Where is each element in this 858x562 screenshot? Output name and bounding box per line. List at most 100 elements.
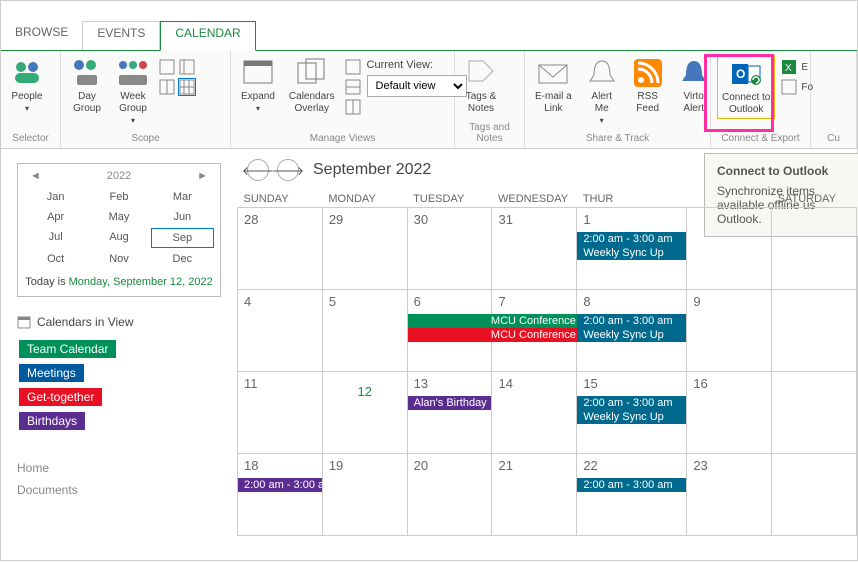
month-aug[interactable]: Aug bbox=[87, 228, 150, 248]
nav-documents[interactable]: Documents bbox=[17, 483, 221, 497]
calendar-tag[interactable]: Meetings bbox=[19, 364, 84, 382]
view-mini-icons bbox=[159, 55, 195, 95]
month-apr[interactable]: Apr bbox=[24, 208, 87, 226]
people-button[interactable]: People▾ bbox=[7, 55, 47, 117]
calendar-cell[interactable]: 14 bbox=[492, 372, 577, 454]
month-jan[interactable]: Jan bbox=[24, 188, 87, 206]
email-link-button[interactable]: E-mail a Link bbox=[531, 55, 576, 117]
month-mar[interactable]: Mar bbox=[151, 188, 214, 206]
calendar-tag[interactable]: Team Calendar bbox=[19, 340, 116, 358]
month-feb[interactable]: Feb bbox=[87, 188, 150, 206]
calendar-cell[interactable]: 13Alan's Birthday bbox=[407, 372, 492, 454]
calendar-cell[interactable]: 6MCU ConferenceMCU Conference bbox=[407, 290, 492, 372]
calendar-event[interactable]: 2:00 am - 3:00 am bbox=[238, 478, 322, 492]
week-view-icon[interactable] bbox=[159, 79, 175, 95]
calendar-event[interactable]: 2:00 am - 3:00 am bbox=[577, 232, 686, 246]
calendar-cell[interactable]: 9 bbox=[687, 290, 772, 372]
day-number: 14 bbox=[492, 372, 576, 395]
calendar-event[interactable]: 2:00 am - 3:00 am bbox=[577, 396, 686, 410]
nav-home[interactable]: Home bbox=[17, 461, 221, 475]
calendar-event[interactable]: 2:00 am - 3:00 am bbox=[577, 478, 686, 492]
mini-calendar: ◄ 2022 ► JanFebMar AprMayJun JulAugSep OctN… bbox=[17, 163, 221, 297]
today-link[interactable]: Monday, September 12, 2022 bbox=[69, 276, 213, 288]
day-view-icon[interactable] bbox=[159, 59, 175, 75]
current-view-select[interactable]: Default view bbox=[367, 75, 467, 97]
month-may[interactable]: May bbox=[87, 208, 150, 226]
tab-browse[interactable]: BROWSE bbox=[1, 21, 82, 50]
month-jul[interactable]: Jul bbox=[24, 228, 87, 248]
prev-year-icon[interactable]: ◄ bbox=[30, 170, 41, 182]
minical-year: 2022 bbox=[41, 170, 197, 182]
export-excel-label[interactable]: E bbox=[801, 62, 808, 73]
calendar-cell[interactable]: 222:00 am - 3:00 am bbox=[577, 454, 687, 536]
calendar-event[interactable]: Weekly Sync Up bbox=[577, 246, 686, 260]
alert-me-button[interactable]: Alert Me▾ bbox=[582, 55, 622, 129]
calendar-cell[interactable] bbox=[772, 208, 857, 290]
open-form-label[interactable]: Fo bbox=[801, 82, 813, 93]
calendar-cell[interactable]: 12:00 am - 3:00 amWeekly Sync Up bbox=[577, 208, 687, 290]
day-number bbox=[772, 454, 856, 462]
day-group-button[interactable]: Day Group bbox=[67, 55, 107, 117]
tab-events[interactable]: EVENTS bbox=[82, 21, 160, 50]
calendar-cell[interactable]: 5 bbox=[322, 290, 407, 372]
calendar-cell[interactable]: 182:00 am - 3:00 am bbox=[238, 454, 323, 536]
calendar-cell[interactable]: 12 bbox=[322, 372, 407, 454]
create-view-icon[interactable] bbox=[345, 59, 361, 75]
calendar-cell[interactable]: 28 bbox=[238, 208, 323, 290]
calendar-event[interactable]: Alan's Birthday bbox=[408, 396, 492, 410]
calendar-cell[interactable]: 21 bbox=[492, 454, 577, 536]
calendar-event[interactable]: Weekly Sync Up bbox=[577, 328, 686, 342]
day-number bbox=[772, 372, 856, 380]
rss-button[interactable]: RSS Feed bbox=[628, 55, 668, 117]
create-column-icon[interactable] bbox=[345, 99, 361, 115]
overlay-button[interactable]: Calendars Overlay bbox=[285, 55, 339, 117]
calendar-cell[interactable]: 7 bbox=[492, 290, 577, 372]
calendar-cell[interactable]: 82:00 am - 3:00 amWeekly Sync Up bbox=[577, 290, 687, 372]
expand-icon bbox=[242, 57, 274, 89]
next-month-button[interactable]: 🡒 bbox=[277, 159, 299, 181]
month-nov[interactable]: Nov bbox=[87, 250, 150, 268]
calendar-cell[interactable]: 23 bbox=[687, 454, 772, 536]
calendar-cell[interactable]: 30 bbox=[407, 208, 492, 290]
form-icon[interactable] bbox=[781, 79, 797, 95]
excel-icon[interactable]: X bbox=[781, 59, 797, 75]
month-jun[interactable]: Jun bbox=[151, 208, 214, 226]
prev-month-button[interactable]: 🡐 bbox=[247, 159, 269, 181]
calendar-cell[interactable]: 19 bbox=[322, 454, 407, 536]
work-week-icon[interactable] bbox=[179, 59, 195, 75]
expand-button[interactable]: Expand▾ bbox=[237, 55, 279, 117]
calendar-cell[interactable]: 11 bbox=[238, 372, 323, 454]
month-view-icon[interactable] bbox=[179, 79, 195, 95]
month-sep[interactable]: Sep bbox=[151, 228, 214, 248]
outlook-icon: O bbox=[730, 58, 762, 90]
calendar-tag[interactable]: Birthdays bbox=[19, 412, 85, 430]
calendar-tag[interactable]: Get-together bbox=[19, 388, 102, 406]
calendar-event[interactable]: 2:00 am - 3:00 am bbox=[577, 314, 686, 328]
day-number: 31 bbox=[492, 208, 576, 231]
calendar-cell[interactable]: 4 bbox=[238, 290, 323, 372]
tab-calendar[interactable]: CALENDAR bbox=[160, 21, 255, 51]
week-group-button[interactable]: Week Group▾ bbox=[113, 55, 153, 129]
virto-alert-button[interactable]: Virto Alert bbox=[674, 55, 714, 117]
tags-button[interactable]: Tags & Notes bbox=[461, 55, 501, 117]
calendar-cell[interactable]: 29 bbox=[322, 208, 407, 290]
modify-view-icon[interactable] bbox=[345, 79, 361, 95]
next-year-icon[interactable]: ► bbox=[197, 170, 208, 182]
calendar-cell[interactable] bbox=[687, 208, 772, 290]
calendar-cell[interactable] bbox=[772, 372, 857, 454]
calendar-cell[interactable] bbox=[772, 454, 857, 536]
tags-icon bbox=[465, 57, 497, 89]
calendar-cell[interactable]: 152:00 am - 3:00 amWeekly Sync Up bbox=[577, 372, 687, 454]
day-number: 28 bbox=[238, 208, 322, 231]
month-oct[interactable]: Oct bbox=[24, 250, 87, 268]
calendar-cell[interactable]: 31 bbox=[492, 208, 577, 290]
day-number: 30 bbox=[408, 208, 492, 231]
calendar-cell[interactable] bbox=[772, 290, 857, 372]
day-number: 15 bbox=[577, 372, 686, 395]
calendar-event[interactable]: Weekly Sync Up bbox=[577, 410, 686, 424]
calendar-cell[interactable]: 16 bbox=[687, 372, 772, 454]
connect-outlook-button[interactable]: O Connect to Outlook bbox=[717, 55, 775, 119]
day-number: 12 bbox=[323, 380, 407, 403]
calendar-cell[interactable]: 20 bbox=[407, 454, 492, 536]
month-dec[interactable]: Dec bbox=[151, 250, 214, 268]
